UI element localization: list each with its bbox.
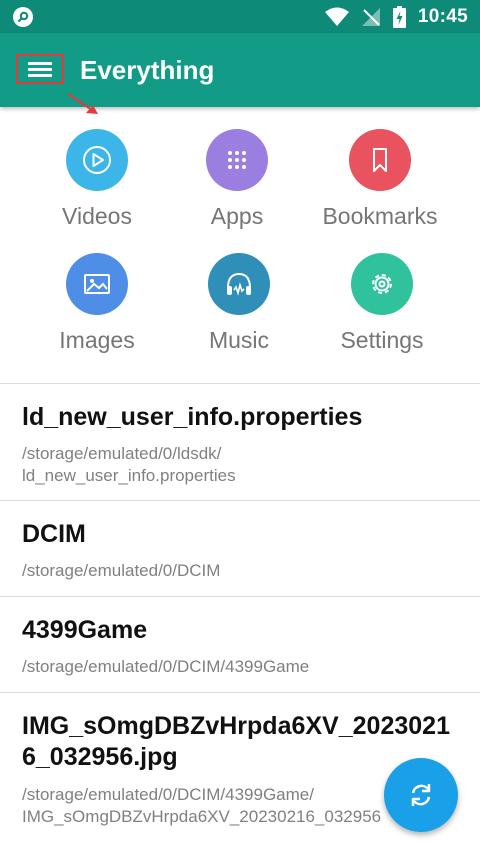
file-path: /storage/emulated/0/DCIM/4399Game: [22, 657, 310, 676]
category-music[interactable]: Music: [159, 253, 319, 354]
list-item[interactable]: DCIM /storage/emulated/0/DCIM: [0, 500, 480, 597]
app-title: Everything: [80, 55, 215, 85]
battery-charging-icon: [392, 6, 406, 28]
menu-button[interactable]: [16, 54, 64, 84]
category-grid: Videos Apps Bookmarks Images Music Setti…: [0, 107, 480, 383]
category-label: Videos: [62, 203, 132, 229]
category-label: Music: [208, 327, 270, 353]
gear-icon: [351, 253, 413, 315]
file-path: /storage/emulated/0/DCIM: [22, 561, 221, 580]
category-images[interactable]: Images: [17, 253, 177, 354]
category-bookmarks[interactable]: Bookmarks: [300, 129, 460, 230]
headphones-icon: [208, 253, 270, 315]
file-name: DCIM: [22, 520, 86, 548]
no-signal-icon: [361, 8, 380, 26]
category-label: Apps: [210, 203, 264, 229]
refresh-icon: [411, 784, 431, 806]
category-label: Settings: [340, 327, 424, 353]
apps-grid-icon: [206, 129, 268, 191]
list-item[interactable]: 4399Game /storage/emulated/0/DCIM/4399Ga…: [0, 596, 480, 693]
clock: 10:45: [417, 6, 468, 27]
category-settings[interactable]: Settings: [302, 253, 462, 354]
category-label: Bookmarks: [322, 203, 438, 229]
category-videos[interactable]: Videos: [17, 129, 177, 230]
category-apps[interactable]: Apps: [157, 129, 317, 230]
file-path: /storage/emulated/0/ldsdk/: [22, 444, 222, 463]
file-name: IMG_sOmgDBZvHrpda6XV_2023021: [22, 712, 450, 740]
search-notification-icon: [13, 7, 33, 27]
list-item[interactable]: ld_new_user_info.properties /storage/emu…: [0, 383, 480, 501]
status-bar: 10:45: [0, 0, 480, 33]
file-name: 4399Game: [22, 616, 148, 644]
bookmark-icon: [349, 129, 411, 191]
file-path: ld_new_user_info.properties: [22, 466, 236, 485]
category-label: Images: [59, 327, 135, 353]
image-icon: [66, 253, 128, 315]
file-name: ld_new_user_info.properties: [22, 403, 363, 431]
status-icons: 10:45: [324, 6, 468, 28]
wifi-icon: [324, 7, 349, 26]
refresh-button[interactable]: [384, 758, 458, 832]
video-play-icon: [66, 129, 128, 191]
